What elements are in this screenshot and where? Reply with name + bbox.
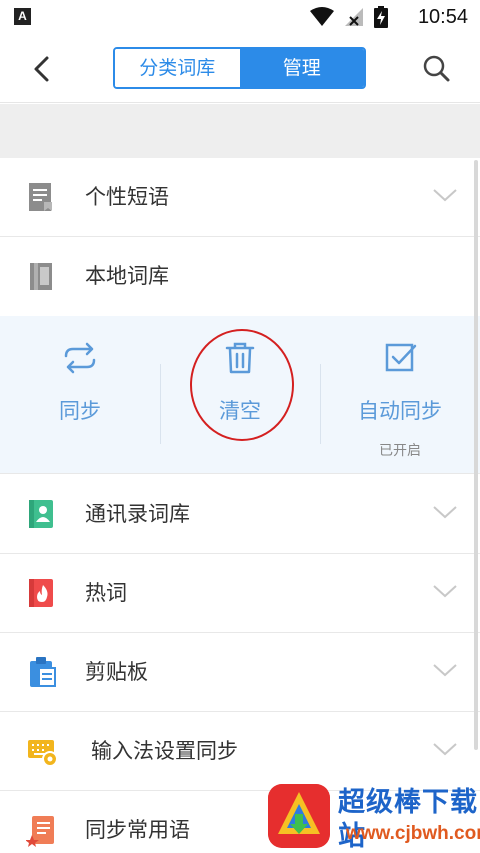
sync-icon: [64, 342, 96, 374]
list-item-clipboard[interactable]: 剪贴板: [0, 633, 480, 712]
segmented-control: 分类词库 管理: [113, 47, 366, 89]
list-item-label: 输入法设置同步: [91, 739, 238, 763]
list-item-hot-words[interactable]: 热词: [0, 554, 480, 633]
keyboard-sync-icon: [28, 740, 58, 767]
common-phrase-icon: [26, 816, 54, 847]
auto-sync-button[interactable]: 自动同步 已开启: [320, 316, 480, 474]
chevron-down-icon: [433, 506, 457, 519]
checkbox-checked-icon: [385, 343, 417, 372]
nav-bar: 分类词库 管理: [0, 33, 480, 103]
scrollbar[interactable]: [474, 160, 478, 750]
list-item-label: 个性短语: [85, 185, 169, 209]
list-item-personal-phrase[interactable]: 个性短语: [0, 158, 480, 237]
battery-charging-icon: [374, 6, 388, 28]
no-signal-icon: [345, 8, 363, 26]
chevron-down-icon: [433, 189, 457, 202]
chevron-down-icon: [433, 585, 457, 598]
chevron-down-icon: [433, 664, 457, 677]
auto-sync-label: 自动同步: [358, 399, 442, 423]
notification-badge: A: [14, 8, 31, 25]
contacts-book-icon: [29, 500, 53, 528]
section-spacer: [0, 104, 480, 158]
highlight-circle: [190, 329, 294, 441]
tab-category-dict[interactable]: 分类词库: [115, 49, 240, 87]
status-bar: A 10:54: [0, 0, 480, 33]
sync-label: 同步: [59, 399, 101, 423]
auto-sync-status: 已开启: [379, 443, 421, 459]
hot-word-icon: [29, 579, 53, 607]
watermark-url: www.cjbwh.com: [346, 823, 480, 844]
watermark: 超级棒下载站 www.cjbwh.com: [268, 780, 480, 853]
back-arrow-icon[interactable]: [28, 55, 58, 83]
local-book-icon: [30, 263, 52, 290]
list-item-label: 通讯录词库: [85, 502, 190, 526]
list-item-label: 剪贴板: [85, 660, 148, 684]
status-icons: [310, 5, 388, 29]
wifi-icon: [310, 7, 334, 26]
clipboard-icon: [30, 657, 56, 687]
download-site-logo-icon: [268, 784, 330, 848]
search-icon[interactable]: [421, 53, 451, 83]
tab-manage[interactable]: 管理: [239, 49, 364, 87]
sync-button[interactable]: 同步: [0, 316, 160, 474]
list-item-label: 热词: [85, 581, 127, 605]
list-item-local-dict[interactable]: 本地词库: [0, 237, 480, 316]
phrase-doc-icon: [29, 183, 52, 211]
clock: 10:54: [417, 6, 468, 28]
chevron-down-icon: [433, 743, 457, 756]
list-item-contacts-dict[interactable]: 通讯录词库: [0, 475, 480, 554]
list-item-label: 同步常用语: [85, 818, 190, 842]
list-item-label: 本地词库: [85, 264, 169, 288]
